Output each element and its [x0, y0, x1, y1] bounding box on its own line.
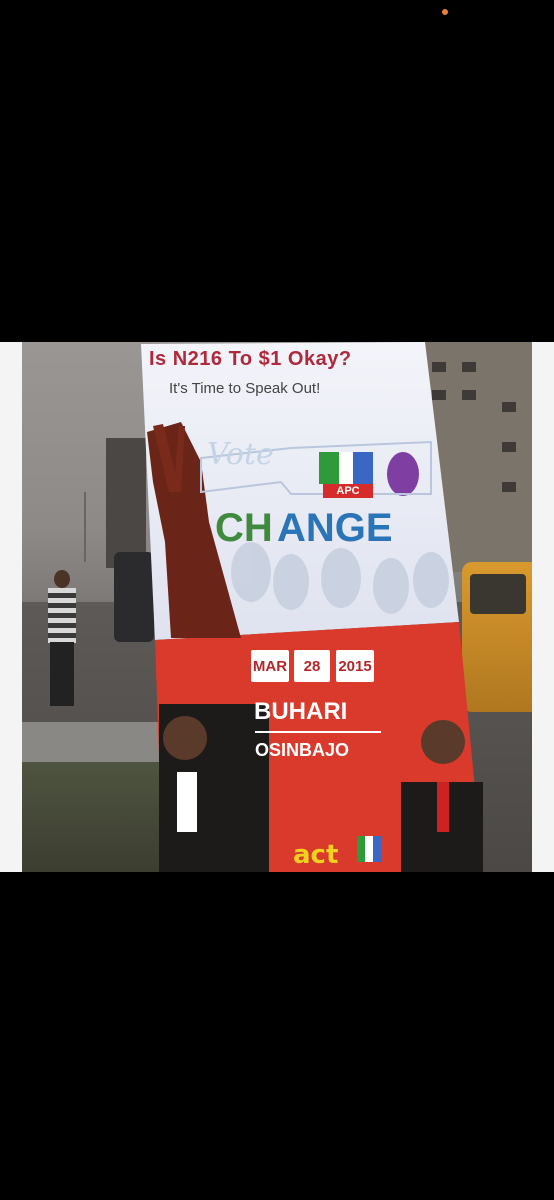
- slogan-change-blue: ANGE: [277, 506, 393, 550]
- name-divider: [255, 731, 381, 733]
- vote-word: Vote: [207, 437, 274, 472]
- slogan-change-green: CH: [215, 506, 273, 550]
- candidate-name-2: OSINBAJO: [255, 740, 350, 760]
- campaign-banner: Is N216 To $1 Okay? It's Time to Speak O…: [141, 342, 483, 872]
- act-logo: act: [293, 840, 339, 870]
- notification-dot: [442, 9, 448, 15]
- building-left: [106, 438, 146, 568]
- date-year: 2015: [336, 650, 374, 682]
- banner-subline: It's Time to Speak Out!: [169, 380, 321, 397]
- date-day: 28: [294, 650, 330, 682]
- candidate-name-1: BUHARI: [254, 698, 348, 725]
- banner-headline: Is N216 To $1 Okay?: [149, 348, 352, 370]
- apc-logo-label: APC: [323, 484, 373, 498]
- pedestrian: [42, 570, 82, 710]
- date-month: MAR: [251, 650, 289, 682]
- street-lamp: [84, 492, 86, 562]
